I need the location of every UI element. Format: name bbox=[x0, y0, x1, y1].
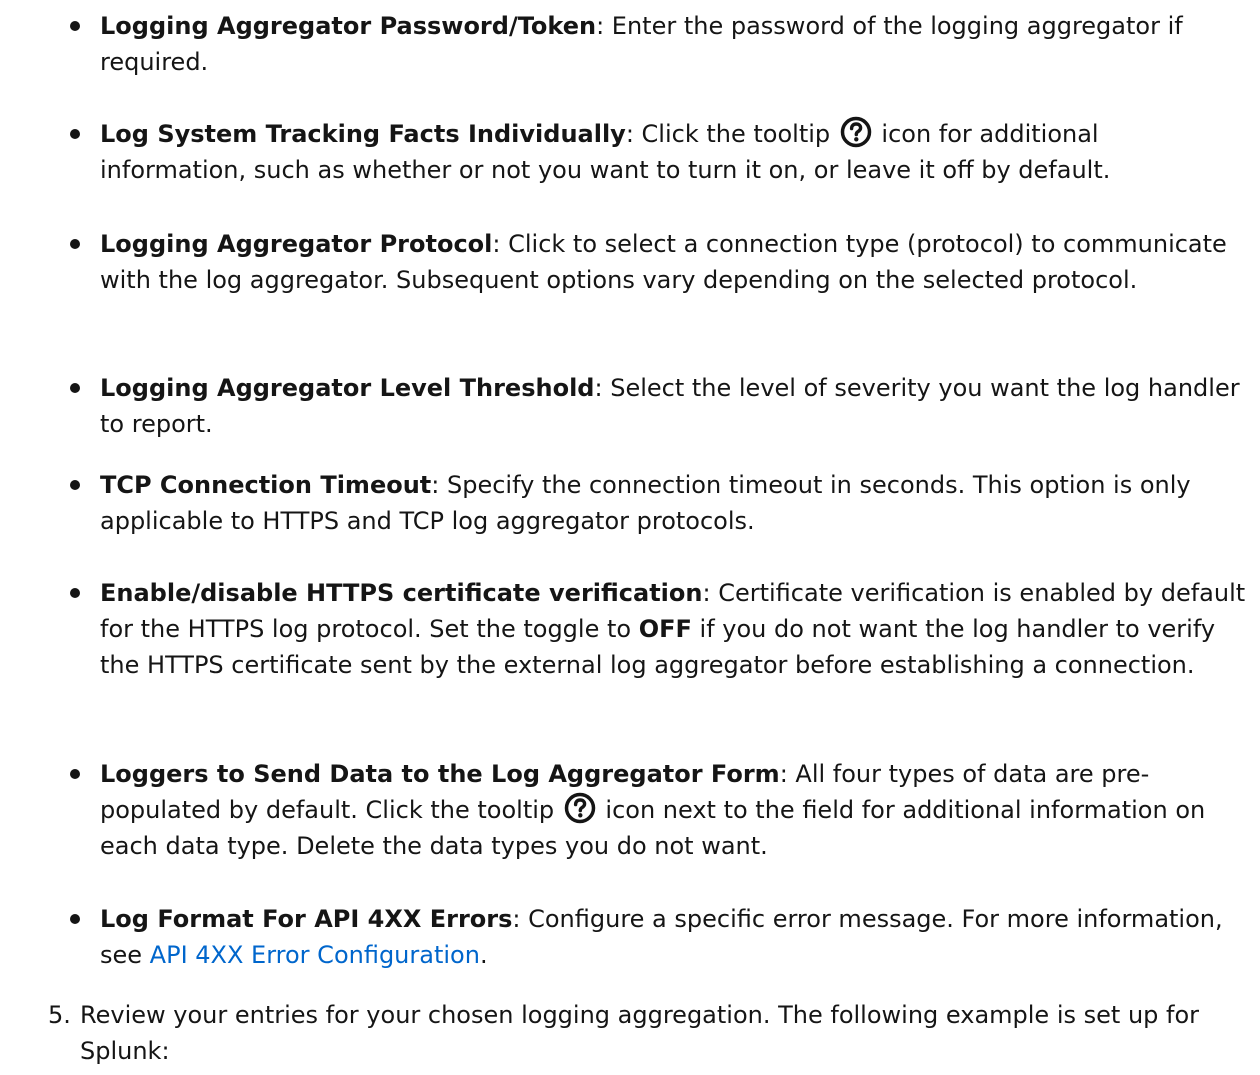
item-term: Logging Aggregator Level Threshold bbox=[100, 374, 595, 402]
list-item-loggers-form: Loggers to Send Data to the Log Aggregat… bbox=[70, 756, 1250, 864]
bullet-dot bbox=[70, 480, 80, 490]
item-term: Loggers to Send Data to the Log Aggregat… bbox=[100, 760, 780, 788]
list-item-https-verification: Enable/disable HTTPS certificate verific… bbox=[70, 575, 1250, 683]
item-term: Logging Aggregator Protocol bbox=[100, 230, 493, 258]
bullet-dot bbox=[70, 769, 80, 779]
item-separator: : bbox=[702, 579, 719, 607]
bullet-dot bbox=[70, 914, 80, 924]
item-separator: : bbox=[625, 120, 642, 148]
question-circle-icon[interactable] bbox=[840, 116, 872, 148]
item-separator: : bbox=[779, 760, 796, 788]
bullet-dot bbox=[70, 588, 80, 598]
bullet-dot bbox=[70, 383, 80, 393]
item-description-end: . bbox=[479, 941, 488, 969]
list-item-password-token: Logging Aggregator Password/Token: Enter… bbox=[70, 8, 1250, 80]
bullet-dot bbox=[70, 239, 80, 249]
bullet-dot bbox=[70, 129, 80, 139]
list-item-system-tracking-facts: Log System Tracking Facts Individually: … bbox=[70, 116, 1250, 188]
item-separator: : bbox=[594, 374, 611, 402]
item-separator: : bbox=[596, 12, 612, 40]
item-term: TCP Connection Timeout bbox=[100, 471, 432, 499]
item-separator: : bbox=[431, 471, 447, 499]
item-emphasis: OFF bbox=[638, 615, 692, 643]
api-4xx-error-configuration-link[interactable]: API 4XX Error Configuration bbox=[150, 941, 480, 969]
item-term: Enable/disable HTTPS certificate verific… bbox=[100, 579, 703, 607]
list-item-tcp-timeout: TCP Connection Timeout: Specify the conn… bbox=[70, 467, 1250, 539]
step-number: 5. bbox=[48, 1001, 71, 1029]
item-description: Click the tooltip bbox=[641, 120, 838, 148]
item-term: Log Format For API 4XX Errors bbox=[100, 905, 513, 933]
item-term: Logging Aggregator Password/Token bbox=[100, 12, 597, 40]
item-separator: : bbox=[492, 230, 509, 258]
list-item-aggregator-protocol: Logging Aggregator Protocol: Click to se… bbox=[70, 226, 1250, 298]
item-term: Log System Tracking Facts Individually bbox=[100, 120, 626, 148]
list-item-level-threshold: Logging Aggregator Level Threshold: Sele… bbox=[70, 370, 1250, 442]
item-separator: : bbox=[512, 905, 529, 933]
question-circle-icon[interactable] bbox=[564, 792, 596, 824]
list-item-api-4xx-format: Log Format For API 4XX Errors: Configure… bbox=[70, 901, 1250, 973]
step-text: Review your entries for your chosen logg… bbox=[80, 1001, 1200, 1065]
bullet-dot bbox=[70, 21, 80, 31]
